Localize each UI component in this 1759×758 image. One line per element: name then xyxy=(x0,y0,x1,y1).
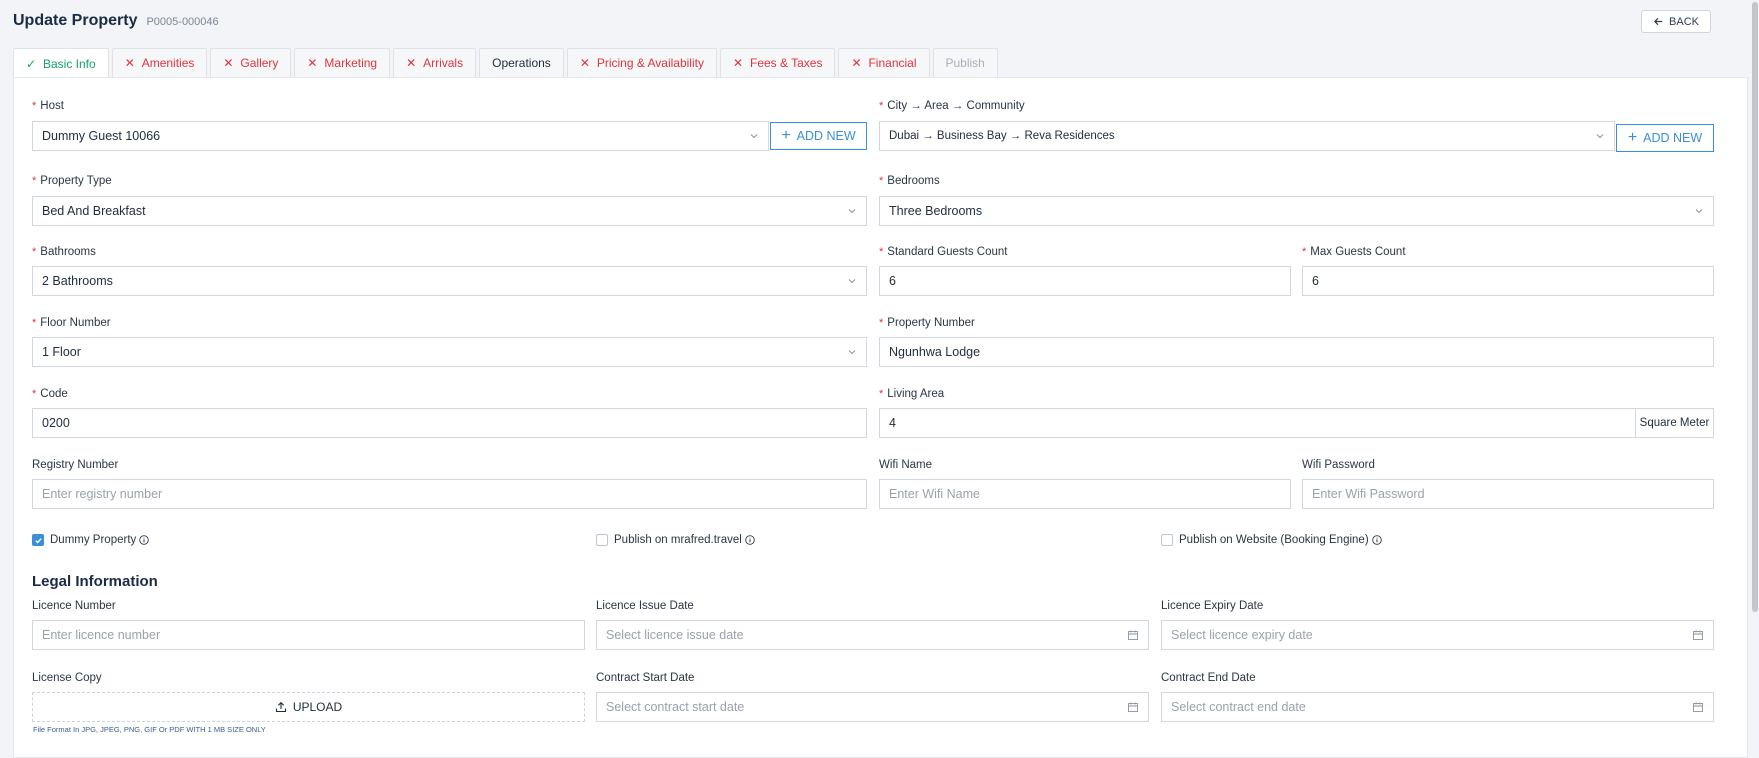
info-icon xyxy=(1371,535,1382,545)
calendar-icon xyxy=(1693,702,1703,712)
page-title: Update Property xyxy=(13,12,138,29)
host-label: * Host xyxy=(32,100,64,112)
publish-website-checkbox[interactable]: Publish on Website (Booking Engine) xyxy=(1161,534,1382,546)
property-number-label: * Property Number xyxy=(879,317,975,329)
info-icon xyxy=(745,535,755,545)
tab-bar: ✓ Basic Info ✕ Amenities ✕ Gallery ✕ Marketi… xyxy=(13,48,1001,79)
dummy-property-checkbox[interactable]: Dummy Property xyxy=(32,534,150,546)
scrollbar-thumb[interactable] xyxy=(1752,2,1758,612)
tab-fees-taxes[interactable]: ✕ Fees & Taxes xyxy=(719,48,836,78)
back-label: BACK xyxy=(1669,15,1699,28)
code-label: * Code xyxy=(32,388,68,400)
wifi-name-input[interactable]: Enter Wifi Name xyxy=(879,479,1291,509)
check-icon: ✓ xyxy=(26,56,37,71)
licence-expiry-date-label: Licence Expiry Date xyxy=(1161,600,1264,612)
tab-publish: Publish xyxy=(932,48,998,78)
tab-financial[interactable]: ✕ Financial xyxy=(838,48,930,78)
chevron-down-icon xyxy=(1695,209,1703,214)
calendar-icon xyxy=(1128,702,1138,712)
tab-basic-info[interactable]: ✓ Basic Info xyxy=(13,48,109,79)
back-button[interactable]: BACK xyxy=(1641,10,1711,33)
max-guests-input[interactable]: 6 xyxy=(1302,266,1714,296)
license-copy-label: License Copy xyxy=(32,672,102,684)
check-icon xyxy=(34,537,42,543)
floor-number-label: * Floor Number xyxy=(32,317,111,329)
error-x-icon: ✕ xyxy=(307,56,318,70)
page-header: Update Property P0005-000046 xyxy=(13,12,219,32)
contract-end-date-label: Contract End Date xyxy=(1161,672,1256,684)
property-code: P0005-000046 xyxy=(146,16,219,28)
checkbox-unchecked[interactable] xyxy=(596,534,608,546)
basic-info-panel: * Host Dummy Guest 10066 + ADD NEW * City →… xyxy=(13,77,1748,758)
bedrooms-select[interactable]: Three Bedrooms xyxy=(879,196,1714,226)
error-x-icon: ✕ xyxy=(406,56,417,70)
property-type-label: * Property Type xyxy=(32,175,112,187)
code-input[interactable]: 0200 xyxy=(32,408,867,438)
registry-number-label: Registry Number xyxy=(32,459,119,471)
upload-format-hint: File Format In JPG, JPEG, PNG, GIF Or PD… xyxy=(33,725,266,734)
living-area-label: * Living Area xyxy=(879,388,945,400)
property-number-input[interactable]: Ngunhwa Lodge xyxy=(879,337,1714,367)
plus-icon: + xyxy=(1627,129,1638,146)
licence-expiry-date-picker[interactable]: Select licence expiry date xyxy=(1161,620,1714,650)
bathrooms-label: * Bathrooms xyxy=(32,246,96,258)
bedrooms-label: * Bedrooms xyxy=(879,175,940,187)
licence-number-label: Licence Number xyxy=(32,600,116,612)
tab-arrivals[interactable]: ✕ Arrivals xyxy=(393,48,477,78)
page-scrollbar[interactable] xyxy=(1750,0,1759,758)
checkbox-unchecked[interactable] xyxy=(1161,534,1173,546)
add-new-host-button[interactable]: + ADD NEW xyxy=(770,122,867,150)
property-type-select[interactable]: Bed And Breakfast xyxy=(32,196,867,226)
chevron-down-icon xyxy=(750,134,758,139)
wifi-name-label: Wifi Name xyxy=(879,459,933,471)
chevron-down-icon xyxy=(848,279,856,284)
license-upload-button[interactable]: UPLOAD xyxy=(32,692,585,722)
error-x-icon: ✕ xyxy=(223,56,234,70)
publish-mrafred-checkbox[interactable]: Publish on mrafred.travel xyxy=(596,534,755,546)
tab-amenities[interactable]: ✕ Amenities xyxy=(111,48,208,78)
wifi-password-input[interactable]: Enter Wifi Password xyxy=(1302,479,1714,509)
city-label: * City → Area → Community xyxy=(879,100,1025,112)
error-x-icon: ✕ xyxy=(732,56,744,70)
standard-guests-input[interactable]: 6 xyxy=(879,266,1291,296)
chevron-down-icon xyxy=(848,209,856,214)
contract-start-date-picker[interactable]: Select contract start date xyxy=(596,692,1149,722)
chevron-down-icon xyxy=(1596,134,1604,139)
licence-issue-date-label: Licence Issue Date xyxy=(596,600,694,612)
tab-pricing-availability[interactable]: ✕ Pricing & Availability xyxy=(566,48,717,78)
calendar-icon xyxy=(1128,630,1138,640)
chevron-down-icon xyxy=(848,350,856,355)
host-select[interactable]: Dummy Guest 10066 xyxy=(32,121,769,151)
arrow-left-icon xyxy=(1654,17,1663,26)
error-x-icon: ✕ xyxy=(851,56,862,70)
tab-gallery[interactable]: ✕ Gallery xyxy=(210,48,292,78)
registry-number-input[interactable]: Enter registry number xyxy=(32,479,867,509)
plus-icon: + xyxy=(781,127,791,144)
licence-number-input[interactable]: Enter licence number xyxy=(32,620,585,650)
wifi-password-label: Wifi Password xyxy=(1302,459,1375,471)
checkbox-checked[interactable] xyxy=(32,534,44,546)
tab-marketing[interactable]: ✕ Marketing xyxy=(294,48,391,78)
bathrooms-select[interactable]: 2 Bathrooms xyxy=(32,266,867,296)
living-area-unit: Square Meter xyxy=(1636,408,1714,438)
max-guests-label: * Max Guests Count xyxy=(1302,246,1406,258)
error-x-icon: ✕ xyxy=(124,56,135,70)
tab-operations[interactable]: Operations xyxy=(479,48,564,78)
licence-issue-date-picker[interactable]: Select licence issue date xyxy=(596,620,1149,650)
add-new-city-button[interactable]: + ADD NEW xyxy=(1616,124,1714,152)
contract-start-date-label: Contract Start Date xyxy=(596,672,695,684)
floor-number-select[interactable]: 1 Floor xyxy=(32,337,867,367)
legal-information-title: Legal Information xyxy=(32,573,158,590)
city-area-community-select[interactable]: Dubai → Business Bay → Reva Residences xyxy=(879,121,1615,151)
upload-icon xyxy=(275,701,286,713)
info-icon xyxy=(139,535,150,545)
contract-end-date-picker[interactable]: Select contract end date xyxy=(1161,692,1714,722)
living-area-input[interactable]: 4 xyxy=(879,408,1636,438)
error-x-icon: ✕ xyxy=(579,56,590,70)
standard-guests-label: * Standard Guests Count xyxy=(879,246,1008,258)
calendar-icon xyxy=(1693,630,1703,640)
